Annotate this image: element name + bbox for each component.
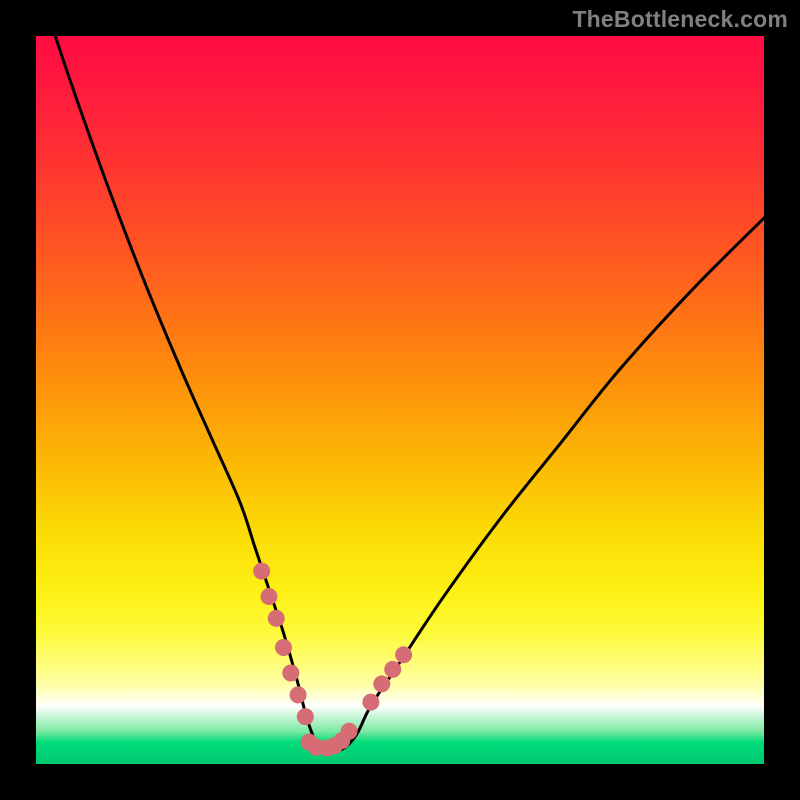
highlight-left-descent-dot bbox=[282, 665, 299, 682]
bottleneck-curve bbox=[51, 21, 764, 750]
highlight-right-ascent-dot bbox=[362, 694, 379, 711]
highlight-left-descent-dot bbox=[253, 563, 270, 580]
highlight-group bbox=[253, 563, 412, 757]
highlight-left-descent-dot bbox=[268, 610, 285, 627]
highlight-right-ascent-dot bbox=[395, 646, 412, 663]
highlight-right-ascent-dot bbox=[373, 675, 390, 692]
highlight-left-descent-dot bbox=[290, 686, 307, 703]
highlight-left-descent-dot bbox=[275, 639, 292, 656]
highlight-bottom-dot bbox=[341, 723, 358, 740]
watermark-text: TheBottleneck.com bbox=[572, 6, 788, 33]
highlight-left-descent-dot bbox=[297, 708, 314, 725]
bottleneck-curve-svg bbox=[36, 36, 764, 764]
highlight-left-descent-dot bbox=[260, 588, 277, 605]
plot-area bbox=[36, 36, 764, 764]
chart-container: TheBottleneck.com bbox=[0, 0, 800, 800]
highlight-right-ascent-dot bbox=[384, 661, 401, 678]
